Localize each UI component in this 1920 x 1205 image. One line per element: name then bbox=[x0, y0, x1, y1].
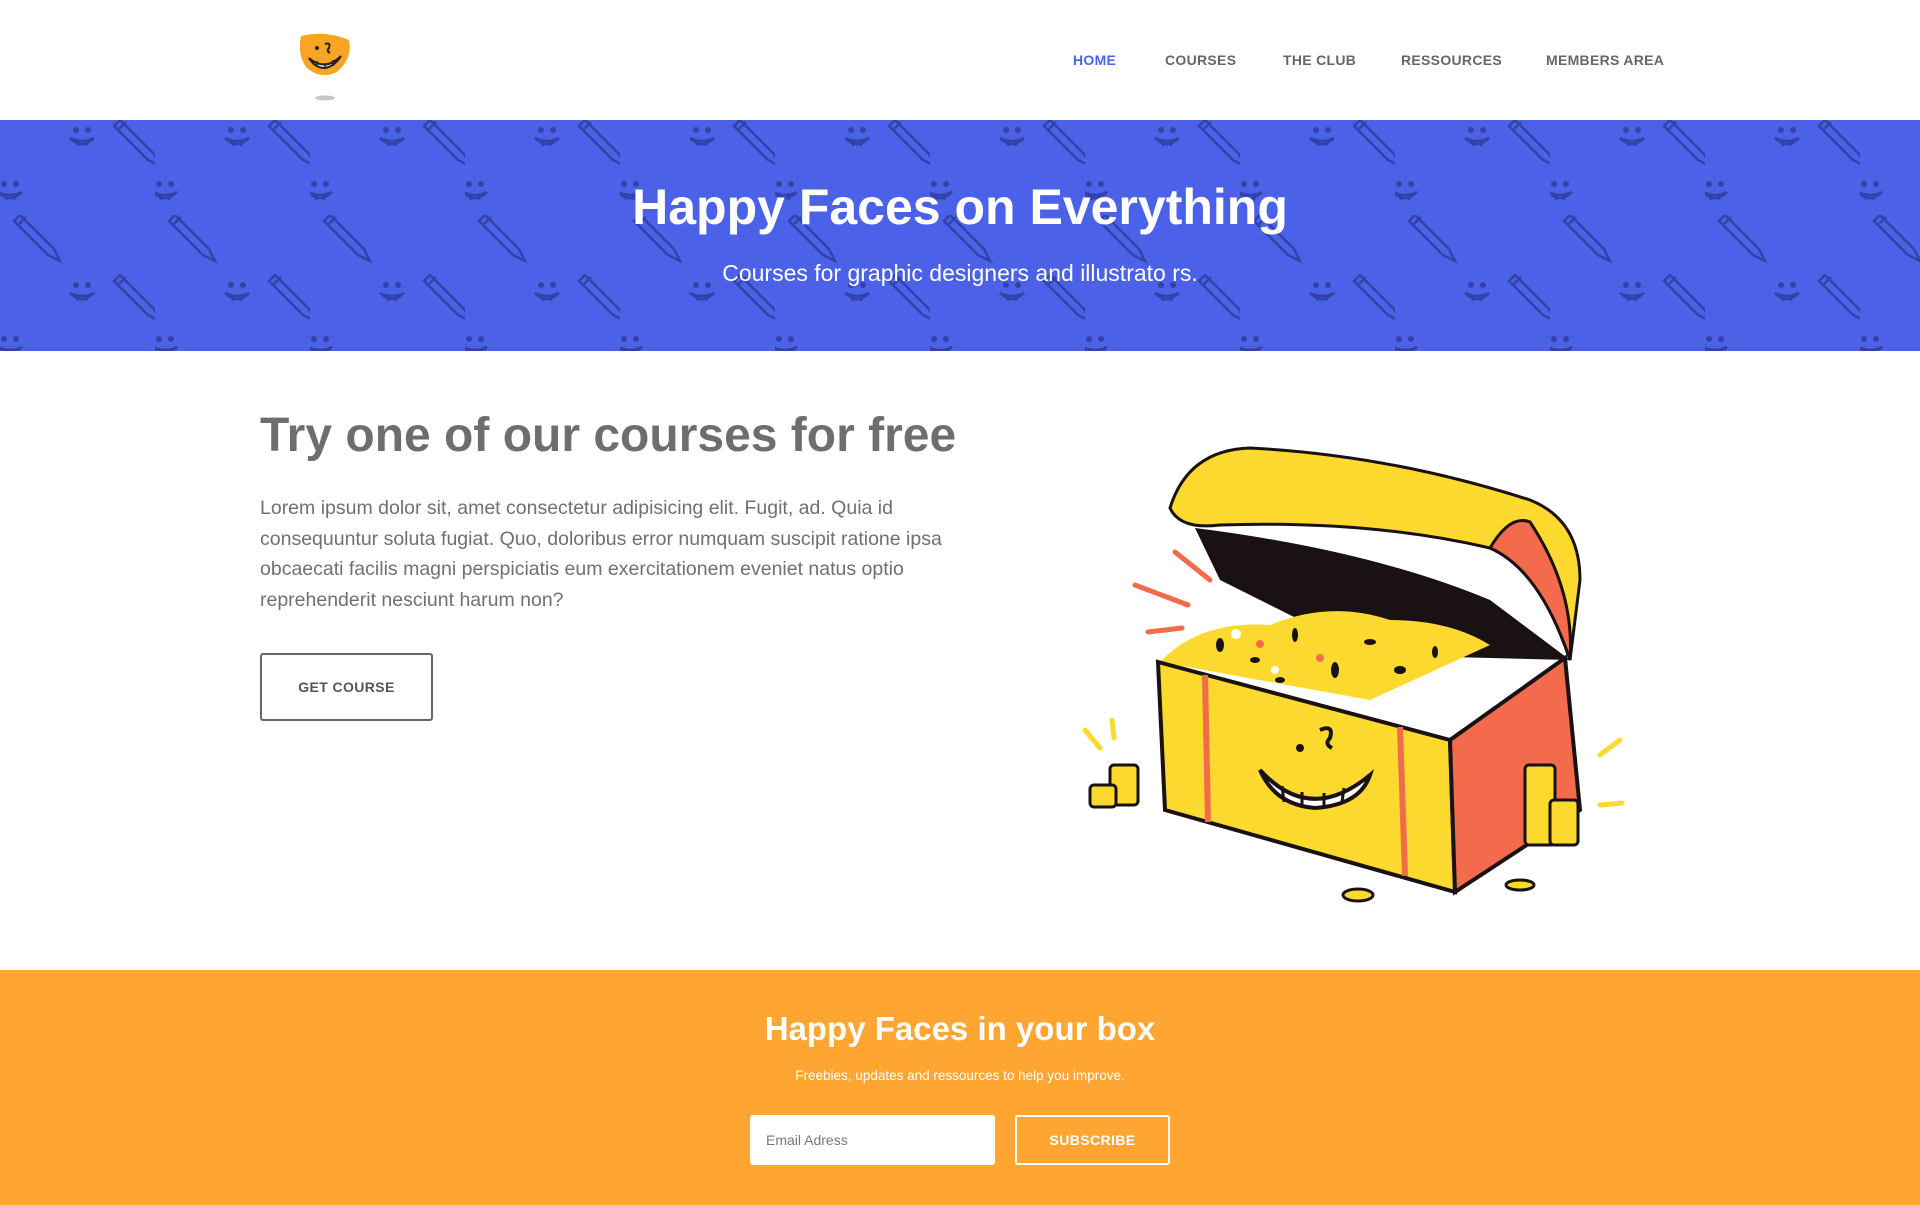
subscribe-button[interactable]: SUBSCRIBE bbox=[1015, 1115, 1170, 1165]
nav-ressources[interactable]: RESSOURCES bbox=[1401, 52, 1502, 68]
get-course-button[interactable]: GET COURSE bbox=[260, 653, 433, 721]
nav-the-club[interactable]: THE CLUB bbox=[1283, 52, 1356, 68]
section-title: Try one of our courses for free bbox=[260, 409, 957, 462]
hero-title: Happy Faces on Everything bbox=[632, 179, 1288, 235]
newsletter-title: Happy Faces in your box bbox=[764, 1010, 1156, 1047]
newsletter-section: Happy Faces in your box Freebies, update… bbox=[0, 970, 1920, 1205]
nav-members-area[interactable]: MEMBERS AREA bbox=[1546, 52, 1664, 68]
site-header: HOME COURSES THE CLUB RESSOURCES MEMBERS… bbox=[0, 0, 1920, 120]
nav-home[interactable]: HOME bbox=[1073, 52, 1116, 68]
main-nav: HOME COURSES THE CLUB RESSOURCES MEMBERS… bbox=[0, 52, 1920, 72]
hero-banner: Happy Faces on Everything Courses for gr… bbox=[0, 120, 1920, 351]
treasure-chest-illustration bbox=[1082, 446, 1625, 903]
hero-subtitle: Courses for graphic designers and illust… bbox=[722, 260, 1198, 286]
nav-courses[interactable]: COURSES bbox=[1165, 52, 1236, 68]
section-body-text: Lorem ipsum dolor sit, amet consectetur … bbox=[260, 497, 942, 611]
email-input[interactable] bbox=[750, 1115, 995, 1165]
newsletter-subtitle: Freebies, updates and ressources to help… bbox=[795, 1068, 1125, 1083]
